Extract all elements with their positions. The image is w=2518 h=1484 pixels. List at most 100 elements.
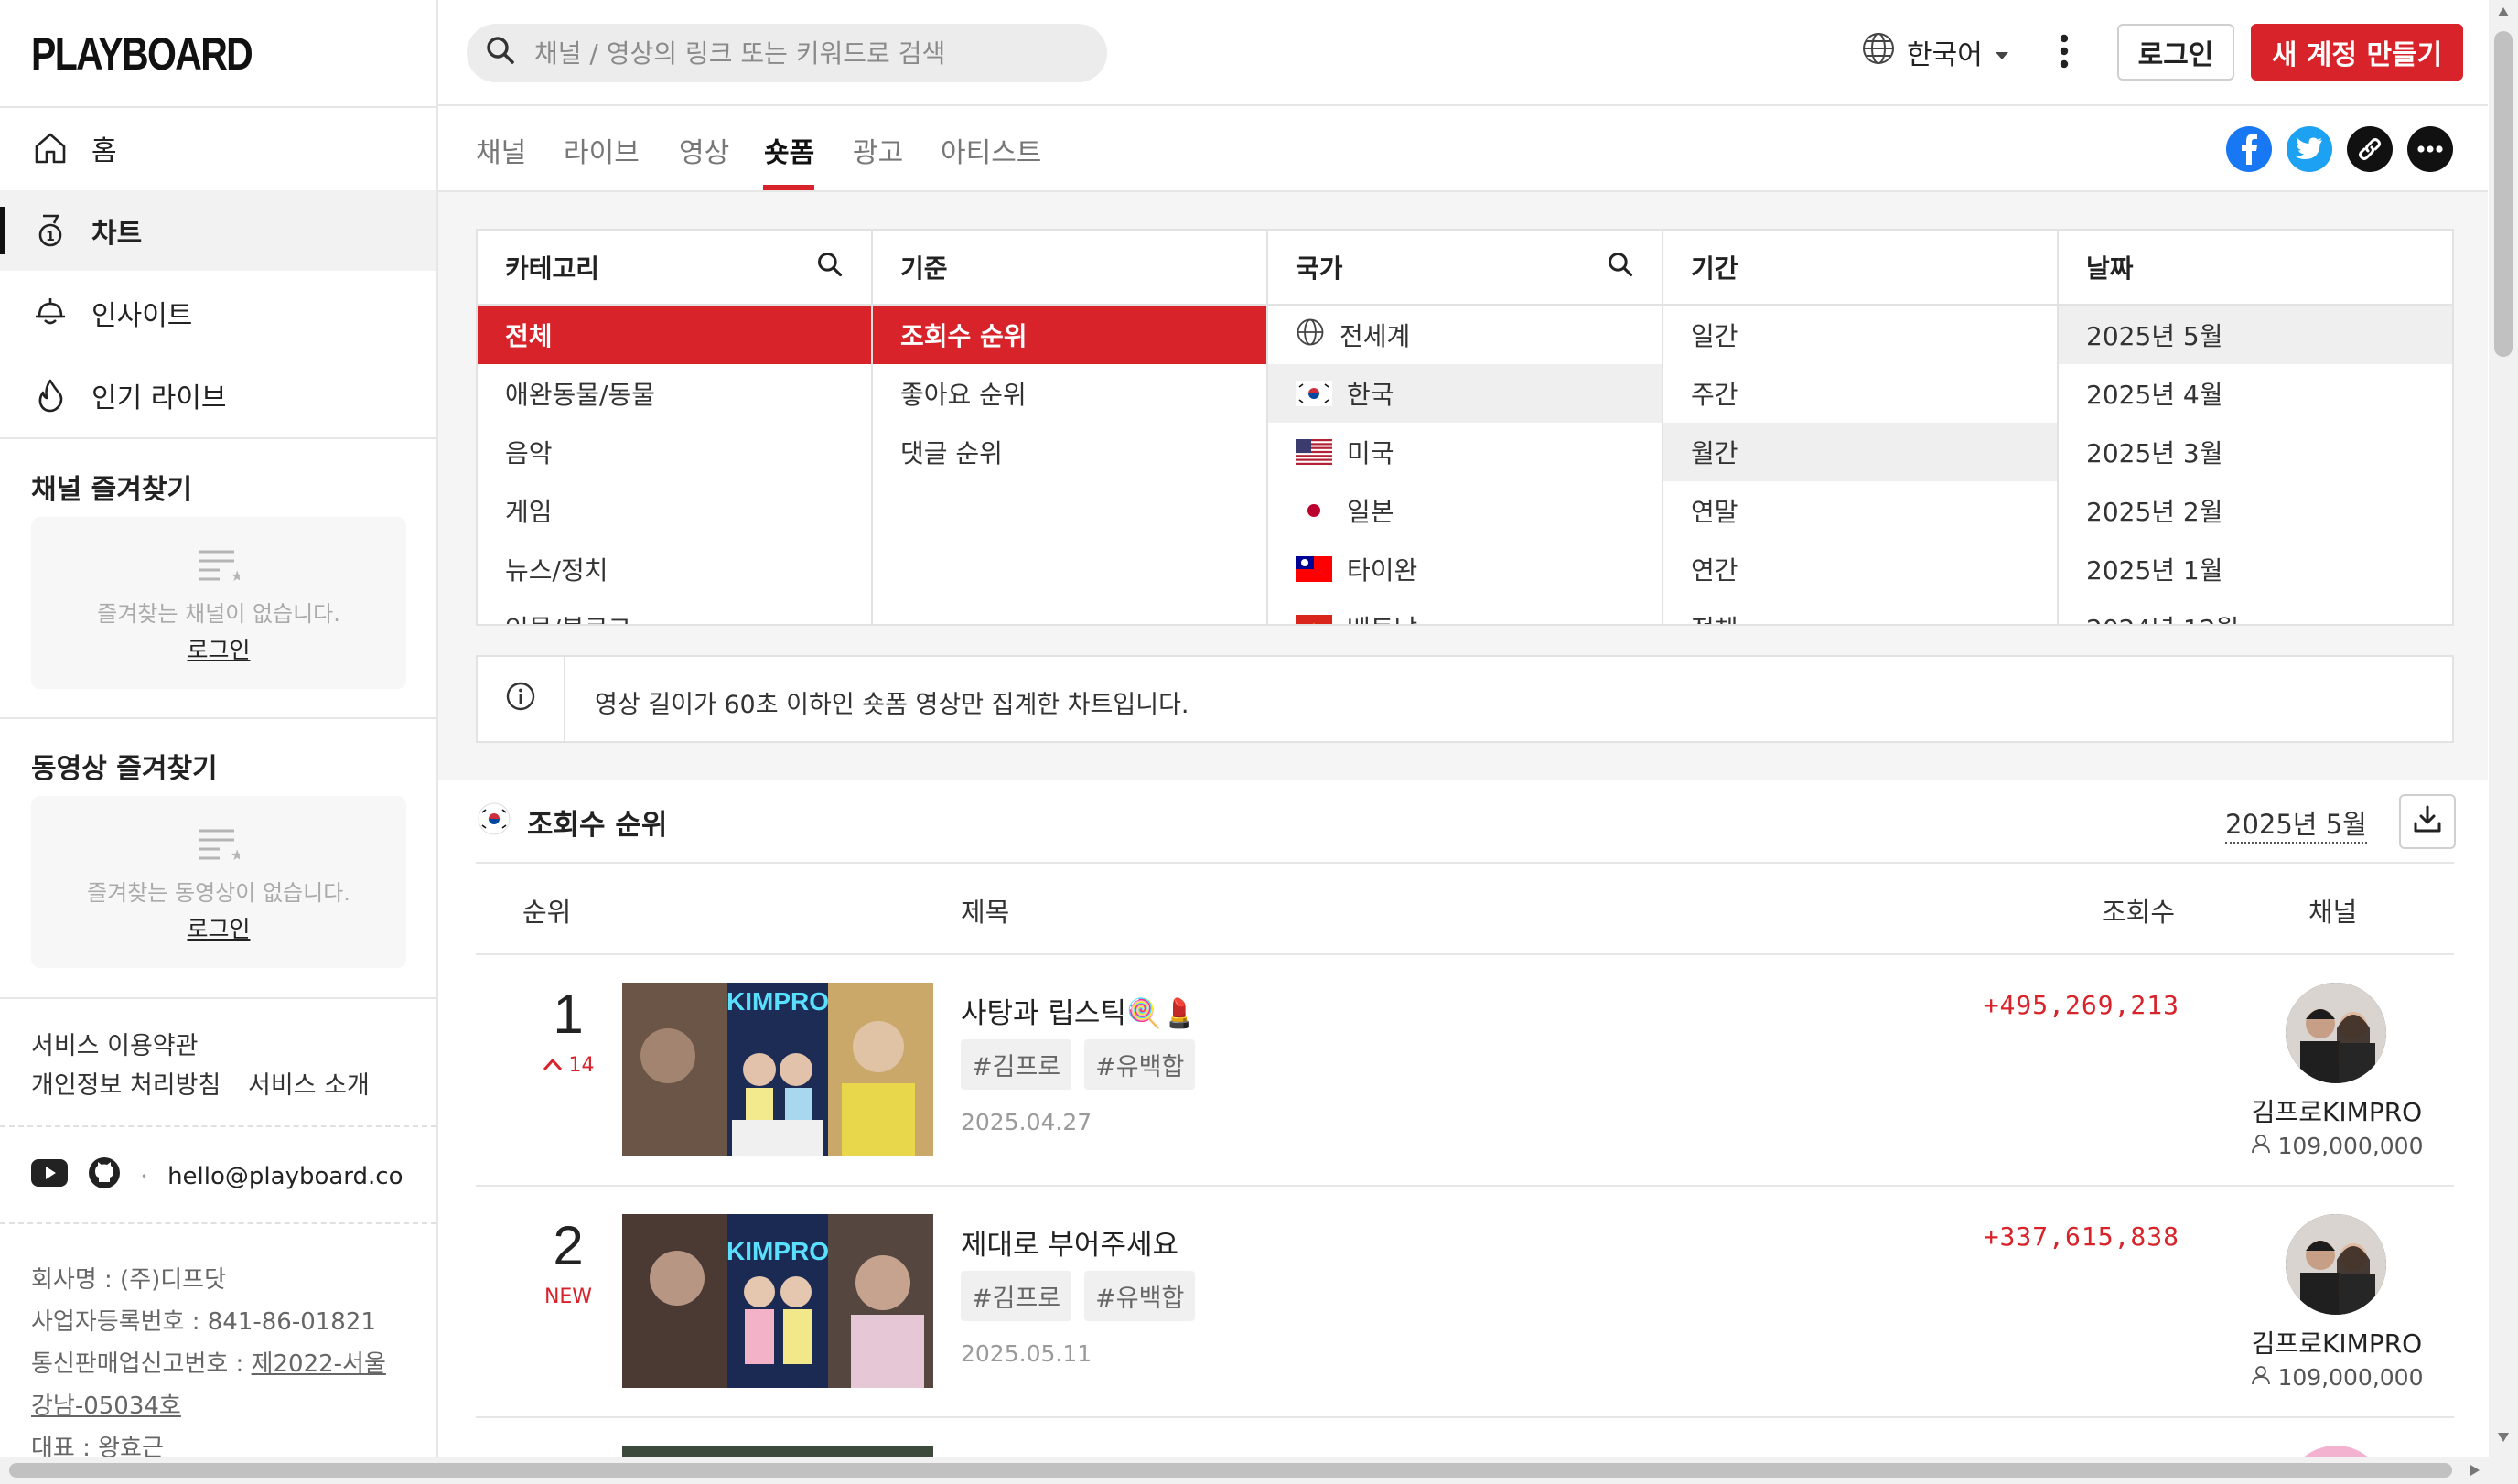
nav-chart[interactable]: 1 차트 — [0, 190, 436, 271]
svg-text:★: ★ — [1307, 619, 1320, 626]
terms-link[interactable]: 서비스 이용약관 — [31, 1026, 198, 1061]
nav-home[interactable]: 홈 — [0, 108, 436, 188]
period-item[interactable]: 주간 — [1663, 364, 2057, 423]
criteria-item[interactable]: 좋아요 순위 — [873, 364, 1266, 423]
facebook-share-icon[interactable] — [2226, 126, 2272, 172]
date-item[interactable]: 2025년 5월 — [2059, 306, 2452, 364]
date-item[interactable]: 2025년 1월 — [2059, 540, 2452, 598]
search-icon[interactable] — [816, 251, 844, 285]
ecommerce-number-link-cont[interactable]: 강남-05034호 — [31, 1393, 181, 1420]
country-item[interactable]: ★ 베트남 — [1268, 598, 1662, 626]
category-item[interactable]: 인물/블로그 — [478, 598, 871, 624]
nav-insight[interactable]: 인사이트 — [0, 273, 436, 353]
ecommerce-number-link[interactable]: 제2022-서울 — [252, 1350, 386, 1378]
video-thumbnail[interactable] — [622, 1446, 933, 1457]
ranking-title: 조회수 순위 — [478, 801, 667, 843]
category-item[interactable]: 음악 — [478, 423, 871, 481]
hashtag[interactable]: #김프로 — [961, 1039, 1072, 1090]
video-date: 2025.04.27 — [961, 1109, 1092, 1135]
category-item[interactable]: 전체 — [478, 306, 871, 364]
video-title[interactable]: 사탕과 립스틱🍭💄 — [961, 990, 1197, 1031]
date-item[interactable]: 2025년 4월 — [2059, 364, 2452, 423]
nav-popular-live[interactable]: 인기 라이브 — [0, 355, 436, 436]
tab-live[interactable]: 라이브 — [564, 130, 640, 170]
country-item[interactable]: 타이완 — [1268, 540, 1662, 598]
download-button[interactable] — [2399, 794, 2456, 849]
category-item[interactable]: 게임 — [478, 481, 871, 540]
table-row[interactable]: 2 NEW KIMPRO 제대로 부어주세요 #김프로 #유백합 2025.05… — [476, 1187, 2454, 1418]
signup-button[interactable]: 새 계정 만들기 — [2251, 24, 2463, 81]
tab-video[interactable]: 영상 — [679, 130, 729, 170]
date-item[interactable]: 2024년 12월 — [2059, 598, 2452, 624]
privacy-link[interactable]: 개인정보 처리방침 — [31, 1065, 221, 1101]
country-item[interactable]: 전세계 — [1268, 306, 1662, 364]
country-item[interactable]: 한국 — [1268, 364, 1662, 423]
playboard-logo[interactable]: PLAYBOARD — [31, 27, 253, 81]
period-item[interactable]: 일간 — [1663, 306, 2057, 364]
more-vertical-icon[interactable] — [2058, 31, 2071, 78]
github-icon[interactable] — [88, 1156, 121, 1196]
flag-japan-icon — [1296, 498, 1332, 523]
category-header: 카테고리 — [478, 231, 871, 306]
playlist-star-icon: ★ — [198, 825, 243, 868]
period-item[interactable]: 전체 — [1663, 598, 2057, 624]
about-link[interactable]: 서비스 소개 — [248, 1065, 370, 1101]
user-icon — [2251, 1364, 2271, 1391]
category-item[interactable]: 애완동물/동물 — [478, 364, 871, 423]
medal-icon: 1 — [31, 211, 70, 250]
channel-name[interactable]: 김프로KIMPRO — [2187, 1324, 2454, 1360]
fire-icon — [31, 376, 70, 414]
hashtag[interactable]: #유백합 — [1084, 1271, 1196, 1321]
avatar[interactable] — [2286, 983, 2386, 1083]
category-header-label: 카테고리 — [505, 253, 600, 284]
tab-ads[interactable]: 광고 — [853, 130, 903, 170]
video-favorites-login-link[interactable]: 로그인 — [31, 911, 406, 944]
scrollbar-thumb[interactable] — [9, 1463, 2452, 1478]
globe-icon — [1861, 31, 1896, 73]
search-box[interactable] — [467, 24, 1107, 82]
twitter-share-icon[interactable] — [2287, 126, 2332, 172]
scroll-down-icon[interactable] — [2498, 1433, 2509, 1442]
video-thumbnail[interactable]: KIMPRO — [622, 1214, 933, 1388]
hashtag[interactable]: #유백합 — [1084, 1039, 1196, 1090]
search-input[interactable] — [534, 38, 1083, 69]
avatar[interactable] — [2286, 1214, 2386, 1315]
criteria-item[interactable]: 조회수 순위 — [873, 306, 1266, 364]
category-item[interactable]: 뉴스/정치 — [478, 540, 871, 598]
country-item[interactable]: 미국 — [1268, 423, 1662, 481]
date-item[interactable]: 2025년 2월 — [2059, 481, 2452, 540]
video-title[interactable]: 제대로 부어주세요 — [961, 1221, 1178, 1263]
contact-email[interactable]: hello@playboard.co — [167, 1163, 403, 1190]
tab-artist[interactable]: 아티스트 — [941, 130, 1041, 170]
video-favorites-title: 동영상 즐겨찾기 — [31, 753, 218, 785]
channel-favorites-login-link[interactable]: 로그인 — [31, 632, 406, 665]
channel-name[interactable]: 김프로KIMPRO — [2187, 1092, 2454, 1129]
vertical-scrollbar[interactable] — [2489, 0, 2518, 1484]
language-selector[interactable]: 한국어 — [1861, 31, 2010, 73]
date-item[interactable]: 2025년 3월 — [2059, 423, 2452, 481]
horizontal-scrollbar[interactable] — [0, 1457, 2489, 1484]
login-button[interactable]: 로그인 — [2117, 24, 2234, 81]
table-row[interactable] — [476, 1418, 2454, 1457]
period-item[interactable]: 연말 — [1663, 481, 2057, 540]
search-icon[interactable] — [1607, 251, 1634, 285]
tab-channel[interactable]: 채널 — [476, 130, 526, 170]
scroll-right-icon[interactable] — [2470, 1465, 2480, 1476]
youtube-icon[interactable] — [31, 1159, 68, 1193]
scrollbar-thumb[interactable] — [2494, 31, 2513, 357]
period-item[interactable]: 월간 — [1663, 423, 2057, 481]
ranking-date-selector[interactable]: 2025년 5월 — [2225, 803, 2367, 844]
scroll-up-icon[interactable] — [2498, 7, 2509, 16]
avatar[interactable] — [2286, 1446, 2386, 1457]
lamp-icon — [31, 294, 70, 332]
more-share-icon[interactable] — [2407, 126, 2453, 172]
hashtag[interactable]: #김프로 — [961, 1271, 1072, 1321]
criteria-item[interactable]: 댓글 순위 — [873, 423, 1266, 481]
copy-link-icon[interactable] — [2347, 126, 2393, 172]
table-row[interactable]: 1 14 KIMPRO 사탕과 립스틱🍭💄 #김프로 #유백합 2025.04.… — [476, 955, 2454, 1187]
video-thumbnail[interactable]: KIMPRO — [622, 983, 933, 1156]
period-item[interactable]: 연간 — [1663, 540, 2057, 598]
country-label: 일본 — [1347, 497, 1394, 527]
country-item[interactable]: 일본 — [1268, 481, 1662, 540]
tab-shorts[interactable]: 숏폼 — [764, 130, 814, 170]
